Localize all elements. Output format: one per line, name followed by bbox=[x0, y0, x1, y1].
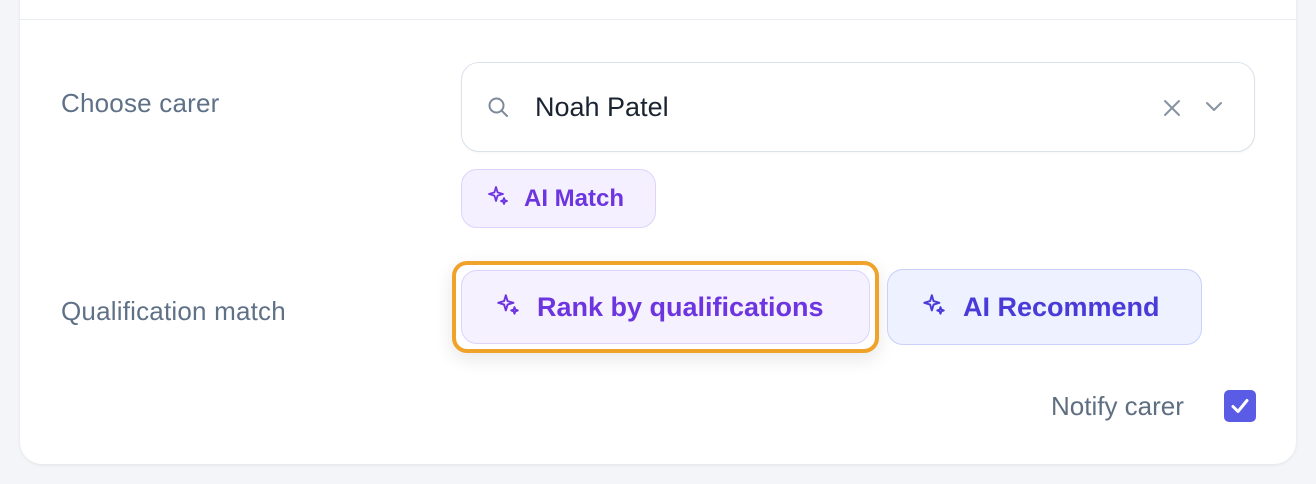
rank-by-qualifications-label: Rank by qualifications bbox=[537, 291, 824, 322]
sparkles-icon bbox=[495, 292, 521, 323]
choose-carer-label: Choose carer bbox=[61, 88, 220, 118]
section-divider bbox=[20, 19, 1296, 20]
selected-carer-value: Noah Patel bbox=[535, 92, 669, 122]
search-icon bbox=[486, 95, 510, 124]
carer-select[interactable]: Noah Patel bbox=[461, 62, 1255, 152]
rank-button-focus-ring: Rank by qualifications bbox=[452, 261, 879, 353]
sparkles-icon bbox=[921, 292, 947, 323]
assign-carer-card: Choose carer Noah Patel AI Match Qualifi… bbox=[20, 0, 1296, 464]
chevron-down-icon[interactable] bbox=[1204, 100, 1224, 119]
ai-recommend-label: AI Recommend bbox=[963, 291, 1160, 322]
qualification-match-label: Qualification match bbox=[61, 296, 286, 326]
notify-carer-checkbox[interactable] bbox=[1224, 390, 1256, 422]
ai-recommend-button[interactable]: AI Recommend bbox=[887, 269, 1202, 345]
ai-match-label: AI Match bbox=[524, 184, 625, 212]
rank-by-qualifications-button[interactable]: Rank by qualifications bbox=[461, 270, 870, 344]
ai-match-button[interactable]: AI Match bbox=[461, 169, 656, 228]
notify-carer-label: Notify carer bbox=[1051, 391, 1184, 421]
checkmark-icon bbox=[1231, 399, 1249, 413]
sparkles-icon bbox=[486, 184, 510, 213]
close-icon[interactable] bbox=[1162, 98, 1182, 123]
